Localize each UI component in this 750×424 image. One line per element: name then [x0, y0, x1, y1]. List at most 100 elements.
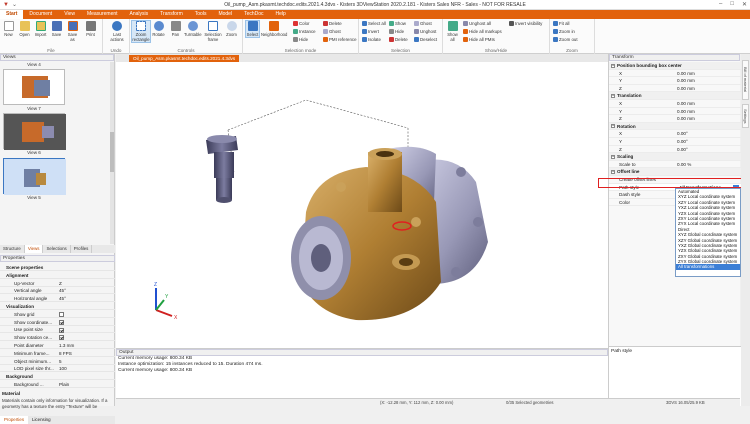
views-scrollbar[interactable] [110, 62, 114, 244]
color-button[interactable]: Color [293, 20, 310, 27]
invert-button[interactable]: Invert [362, 28, 379, 35]
property-row[interactable]: Horizontal angle 45° [0, 295, 115, 303]
tab-help[interactable]: Help [270, 10, 292, 19]
turntable-button[interactable]: Turntable [184, 21, 202, 37]
transform-row[interactable]: Z 0.00 mm [609, 115, 741, 123]
close-button[interactable]: ✕ [742, 1, 747, 8]
instance-button[interactable]: Instance [293, 28, 316, 35]
tab-profiles[interactable]: Profiles [71, 245, 93, 253]
transform-row[interactable]: X 0.00 mm [609, 70, 741, 78]
view-thumbnail[interactable] [3, 113, 66, 150]
invert-visibility-button[interactable]: Invert visibility [509, 20, 542, 27]
path-style-option[interactable]: XYZ Local coordinate system [676, 194, 740, 199]
document-tab[interactable]: Oil_pump_Asm.pkasmt.techdoc.edits.2021.4… [129, 55, 240, 62]
tab-model[interactable]: Model [212, 10, 238, 19]
transform-section[interactable]: − Rotation [609, 122, 741, 131]
deselect-button[interactable]: Deselect [414, 36, 437, 43]
property-section[interactable]: Visualization [0, 303, 115, 310]
property-row[interactable]: Vertical angle 45° [0, 287, 115, 295]
property-row[interactable]: Up-Vector Z [0, 280, 115, 287]
zoom-rectangle-button[interactable]: Zoom rectangle [131, 20, 151, 43]
property-checkbox[interactable] [59, 335, 64, 341]
tab-settings[interactable]: Settings [742, 104, 749, 128]
view-thumbnail-selected[interactable] [3, 158, 66, 195]
show-all-button[interactable]: Show all [446, 21, 459, 42]
delete-mode-button[interactable]: Delete [323, 20, 342, 27]
transform-section[interactable]: − Scaling [609, 153, 741, 161]
transform-row[interactable]: Y 0.00 mm [609, 77, 741, 85]
property-row[interactable]: Point diameter 1.3 mm [0, 342, 115, 349]
path-style-option[interactable]: YZX Global coordinate system [676, 248, 740, 253]
import-button[interactable]: Import [34, 21, 47, 37]
save-as-button[interactable]: Save as [66, 21, 79, 42]
path-style-dropdown-list[interactable]: Automated XYZ Local coordinate system XZY … [675, 188, 741, 277]
transform-section[interactable]: − Position bounding box center [609, 62, 741, 70]
select-button[interactable]: Select [245, 20, 260, 38]
hide-mode-button[interactable]: Hide [293, 36, 308, 43]
tab-start[interactable]: Start [0, 10, 24, 19]
tab-licensing[interactable]: Licensing [28, 416, 55, 424]
select-all-button[interactable]: Select all [362, 20, 386, 27]
property-checkbox[interactable] [59, 319, 64, 325]
tab-views[interactable]: Views [24, 245, 44, 253]
property-checkbox[interactable] [59, 312, 64, 318]
transform-row[interactable]: Y 0.00 mm [609, 108, 741, 116]
tab-bill-of-material[interactable]: Bill of material [742, 60, 749, 100]
tab-techdoc[interactable]: TechDoc [238, 10, 269, 19]
path-style-option[interactable]: XYZ Global coordinate system [676, 232, 740, 237]
property-row[interactable]: Show grid [0, 311, 115, 318]
path-style-option[interactable]: ZYX Local coordinate system [676, 221, 740, 226]
isolate-button[interactable]: Isolate [362, 36, 381, 43]
collapse-icon[interactable]: − [611, 124, 615, 129]
transform-row[interactable]: X 0.00° [609, 130, 741, 138]
tab-view[interactable]: View [58, 10, 81, 19]
transform-row[interactable]: X 0.00 mm [609, 100, 741, 108]
hide-all-pmis-button[interactable]: Hide all PMIs [463, 36, 495, 43]
collapse-icon[interactable]: − [611, 154, 615, 159]
neighborhood-button[interactable]: Neighborhood [261, 21, 287, 37]
property-section[interactable]: Background [0, 373, 115, 381]
property-section[interactable]: Alignment [0, 272, 115, 279]
path-style-option[interactable]: YXZ Local coordinate system [676, 205, 740, 210]
new-button[interactable]: New [2, 21, 15, 37]
property-checkbox[interactable] [59, 327, 64, 333]
collapse-icon[interactable]: − [611, 169, 615, 174]
3d-viewport[interactable]: Z X Y [116, 62, 608, 348]
tab-analysis[interactable]: Analysis [124, 10, 155, 19]
print-button[interactable]: Print [84, 21, 97, 37]
transform-section[interactable]: − Offset line [609, 168, 741, 176]
unghost-button[interactable]: Unghost [414, 28, 436, 35]
tab-document[interactable]: Document [23, 10, 58, 19]
zoom-out-button[interactable]: Zoom out [553, 36, 578, 43]
property-section[interactable]: Scene properties [0, 264, 115, 271]
collapse-icon[interactable]: − [611, 63, 615, 68]
save-button[interactable]: Save [50, 21, 63, 37]
property-row[interactable]: Minimum frame... 8 FPS [0, 350, 115, 357]
delete-button[interactable]: Delete [389, 36, 408, 43]
zoom-button[interactable]: Zoom [225, 21, 238, 37]
hide-button[interactable]: Hide [389, 28, 404, 35]
minimize-button[interactable]: – [719, 1, 722, 8]
open-button[interactable]: Open [18, 21, 31, 37]
transform-section[interactable]: − Translation [609, 92, 741, 100]
tab-transform[interactable]: Transform [154, 10, 189, 19]
pan-button[interactable]: Pan [169, 21, 182, 37]
transform-row[interactable]: Z 0.00 mm [609, 85, 741, 93]
view-thumbnail[interactable] [3, 69, 65, 105]
selection-frame-button[interactable]: Selection frame [204, 21, 222, 42]
tab-measurement[interactable]: Measurement [81, 10, 124, 19]
maximize-button[interactable]: □ [730, 1, 734, 8]
property-row[interactable]: Object minimum... 5 [0, 358, 115, 365]
fit-all-button[interactable]: Fit all [553, 20, 570, 27]
transform-row[interactable]: Scale to 0.00 % [609, 161, 741, 169]
show-button[interactable]: Show [389, 20, 406, 27]
property-row[interactable]: LOD pixel size thr... 100 [0, 365, 115, 373]
collapse-icon[interactable]: − [611, 93, 615, 98]
transform-row[interactable]: Z 0.00° [609, 146, 741, 154]
property-row[interactable]: Show rotation ce... [0, 334, 115, 342]
ghost-button[interactable]: Ghost [414, 20, 432, 27]
tab-properties[interactable]: Properties [0, 416, 29, 424]
zoom-in-button[interactable]: Zoom in [553, 28, 575, 35]
unghost-all-button[interactable]: Unghost all [463, 20, 491, 27]
property-row[interactable]: Background ... Plain [0, 381, 115, 388]
